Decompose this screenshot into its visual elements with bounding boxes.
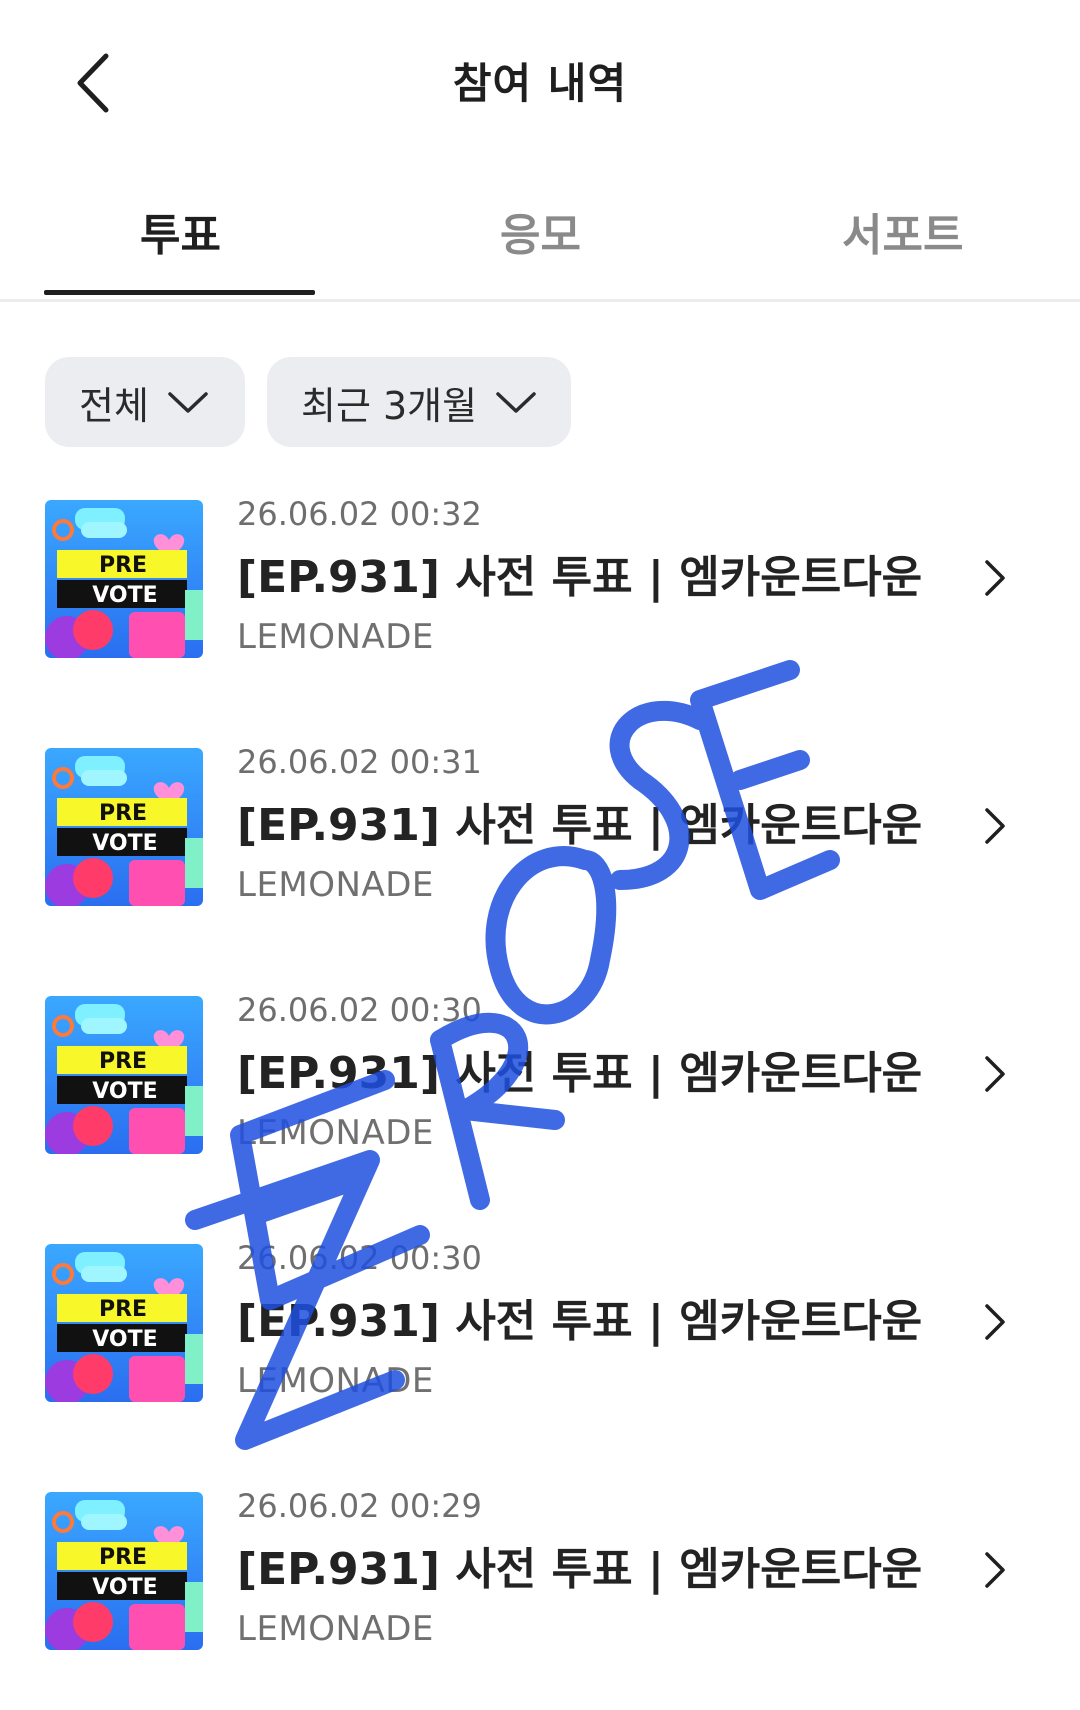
chevron-right-icon — [985, 560, 1005, 596]
app-header: 참여 내역 — [0, 0, 1080, 160]
svg-text:PRE: PRE — [99, 1297, 147, 1322]
item-title: [EP.931] 사전 투표 | 엠카운트다운 — [237, 1544, 923, 1595]
page-title: 참여 내역 — [452, 59, 628, 108]
category-filter-label: 전체 — [79, 383, 149, 428]
svg-text:PRE: PRE — [99, 801, 147, 826]
tab-vote[interactable]: 투표 — [140, 199, 221, 263]
item-title: [EP.931] 사전 투표 | 엠카운트다운 — [237, 552, 923, 603]
svg-text:VOTE: VOTE — [92, 1575, 157, 1600]
svg-text:PRE: PRE — [99, 1049, 147, 1074]
item-title: [EP.931] 사전 투표 | 엠카운트다운 — [237, 1048, 923, 1099]
list-item[interactable]: PRE VOTE 26.06.02 00:29 [EP.931] 사전 투표 |… — [0, 1487, 1080, 1687]
svg-text:VOTE: VOTE — [92, 1327, 157, 1352]
chevron-right-icon — [985, 1056, 1005, 1092]
category-filter-dropdown[interactable]: 전체 — [45, 357, 245, 447]
svg-text:VOTE: VOTE — [92, 583, 157, 608]
pre-vote-thumbnail: PRE VOTE — [45, 748, 203, 906]
list-item[interactable]: PRE VOTE 26.06.02 00:32 [EP.931] 사전 투표 |… — [0, 495, 1080, 695]
chevron-right-icon — [985, 808, 1005, 844]
item-brand: LEMONADE — [237, 1609, 434, 1649]
period-filter-label: 최근 3개월 — [301, 383, 478, 428]
pre-vote-thumbnail: PRE VOTE — [45, 500, 203, 658]
item-brand: LEMONADE — [237, 1361, 434, 1401]
item-date: 26.06.02 00:31 — [237, 743, 482, 781]
svg-text:PRE: PRE — [99, 553, 147, 578]
item-date: 26.06.02 00:32 — [237, 495, 482, 533]
list-item[interactable]: PRE VOTE 26.06.02 00:31 [EP.931] 사전 투표 |… — [0, 743, 1080, 943]
svg-text:PRE: PRE — [99, 1545, 147, 1570]
chevron-down-icon — [168, 392, 208, 413]
pre-vote-thumbnail: PRE VOTE — [45, 1492, 203, 1650]
item-date: 26.06.02 00:29 — [237, 1487, 482, 1525]
svg-text:VOTE: VOTE — [92, 1079, 157, 1104]
pre-vote-thumbnail: PRE VOTE — [45, 996, 203, 1154]
list-item[interactable]: PRE VOTE 26.06.02 00:30 [EP.931] 사전 투표 |… — [0, 991, 1080, 1191]
item-brand: LEMONADE — [237, 865, 434, 905]
chevron-right-icon — [985, 1552, 1005, 1588]
item-brand: LEMONADE — [237, 1113, 434, 1153]
item-title: [EP.931] 사전 투표 | 엠카운트다운 — [237, 1296, 923, 1347]
active-tab-indicator — [44, 290, 315, 295]
tab-apply[interactable]: 응모 — [500, 199, 581, 263]
tab-support[interactable]: 서포트 — [842, 199, 963, 263]
chevron-right-icon — [985, 1304, 1005, 1340]
item-date: 26.06.02 00:30 — [237, 991, 482, 1029]
pre-vote-thumbnail: PRE VOTE — [45, 1244, 203, 1402]
item-date: 26.06.02 00:30 — [237, 1239, 482, 1277]
list-item[interactable]: PRE VOTE 26.06.02 00:30 [EP.931] 사전 투표 |… — [0, 1239, 1080, 1439]
item-title: [EP.931] 사전 투표 | 엠카운트다운 — [237, 800, 923, 851]
period-filter-dropdown[interactable]: 최근 3개월 — [267, 357, 571, 447]
chevron-down-icon — [496, 392, 536, 413]
svg-text:VOTE: VOTE — [92, 831, 157, 856]
tab-bar: 투표 응모 서포트 — [0, 175, 1080, 302]
item-brand: LEMONADE — [237, 617, 434, 657]
